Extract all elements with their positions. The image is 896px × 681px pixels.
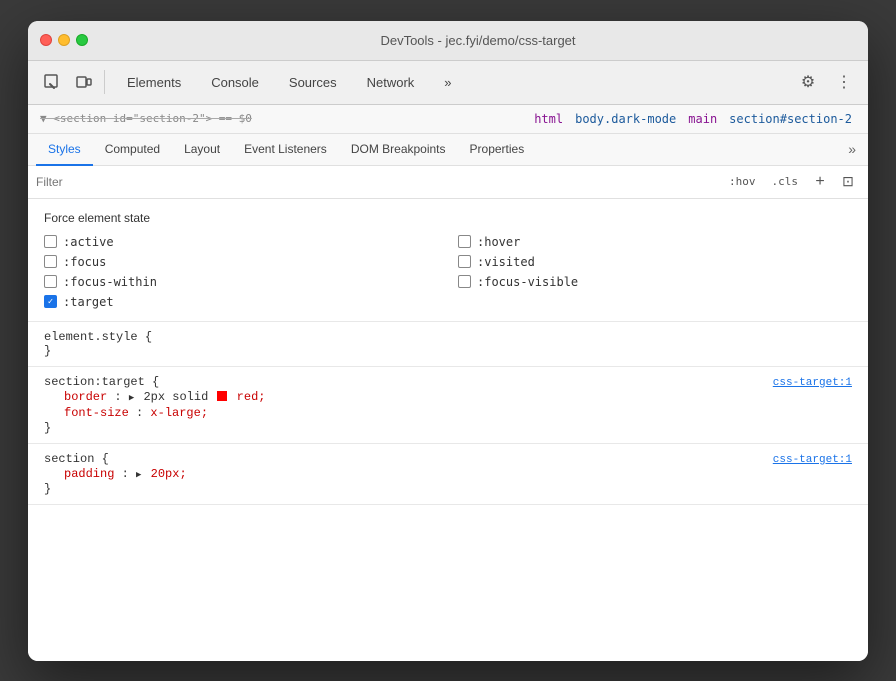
active-label: :active <box>63 235 114 249</box>
breadcrumb-body[interactable]: body.dark-mode <box>571 111 680 127</box>
state-item-visited[interactable]: :visited <box>458 255 852 269</box>
tab-properties[interactable]: Properties <box>458 134 537 166</box>
tab-dom-breakpoints[interactable]: DOM Breakpoints <box>339 134 458 166</box>
more-options-button[interactable]: ⋮ <box>828 66 860 98</box>
selector-text-section: section { <box>44 452 109 466</box>
prop-name-font-size: font-size <box>64 406 129 420</box>
tab-network[interactable]: Network <box>353 69 429 96</box>
settings-button[interactable]: ⚙ <box>792 66 824 98</box>
source-link-section[interactable]: css-target:1 <box>773 454 852 466</box>
source-link-target[interactable]: css-target:1 <box>773 377 852 389</box>
css-close-brace-section: } <box>44 482 852 496</box>
title-bar: DevTools - jec.fyi/demo/css-target <box>28 21 868 61</box>
visited-checkbox[interactable] <box>458 255 471 268</box>
css-prop-font-size: font-size : x-large; <box>44 405 852 421</box>
active-checkbox[interactable] <box>44 235 57 248</box>
tab-console[interactable]: Console <box>197 69 273 96</box>
window-title: DevTools - jec.fyi/demo/css-target <box>100 33 856 48</box>
tab-computed[interactable]: Computed <box>93 134 172 166</box>
css-rule-section-target: section:target { css-target:1 border : ▶… <box>28 367 868 444</box>
tab-layout[interactable]: Layout <box>172 134 232 166</box>
tab-elements[interactable]: Elements <box>113 69 195 96</box>
inspect-element-button[interactable] <box>36 66 68 98</box>
css-close-brace-target: } <box>44 421 852 435</box>
breadcrumb-bar: ▼ <section id="section-2"> == $0 html bo… <box>28 105 868 134</box>
force-state-section: Force element state :active :hover :focu… <box>28 199 868 322</box>
tab-event-listeners[interactable]: Event Listeners <box>232 134 339 166</box>
state-grid: :active :hover :focus :visited :focus-wi… <box>44 235 852 309</box>
prop-border-value: 2px solid <box>143 390 215 404</box>
css-selector-element-style: element.style { <box>44 330 852 344</box>
focus-visible-label: :focus-visible <box>477 275 578 289</box>
focus-within-checkbox[interactable] <box>44 275 57 288</box>
css-close-brace: } <box>44 344 852 358</box>
cls-button[interactable]: .cls <box>766 173 805 190</box>
breadcrumb-html[interactable]: html <box>530 111 567 127</box>
css-rule-element-style: element.style { } <box>28 322 868 367</box>
focus-label: :focus <box>63 255 106 269</box>
toolbar-right: ⚙ ⋮ <box>792 66 860 98</box>
css-prop-border: border : ▶ 2px solid red; <box>44 389 852 405</box>
hover-checkbox[interactable] <box>458 235 471 248</box>
filter-input[interactable] <box>36 175 719 189</box>
devtools-toolbar: Elements Console Sources Network » ⚙ ⋮ <box>28 61 868 105</box>
breadcrumb-main[interactable]: main <box>684 111 721 127</box>
state-item-active[interactable]: :active <box>44 235 438 249</box>
force-state-title: Force element state <box>44 211 852 225</box>
traffic-lights <box>40 34 88 46</box>
prop-value-padding: 20px; <box>151 467 187 481</box>
devtools-window: DevTools - jec.fyi/demo/css-target Eleme… <box>28 21 868 661</box>
device-toolbar-button[interactable] <box>68 66 100 98</box>
color-swatch-red[interactable] <box>217 391 227 401</box>
focus-checkbox[interactable] <box>44 255 57 268</box>
selector-text: element.style { <box>44 330 152 344</box>
maximize-button[interactable] <box>76 34 88 46</box>
prop-colon: : <box>114 390 128 404</box>
state-item-target[interactable]: :target <box>44 295 438 309</box>
state-item-hover[interactable]: :hover <box>458 235 852 249</box>
state-item-focus-within[interactable]: :focus-within <box>44 275 438 289</box>
minimize-button[interactable] <box>58 34 70 46</box>
css-selector-section-target: section:target { css-target:1 <box>44 375 852 389</box>
tab-sources[interactable]: Sources <box>275 69 351 96</box>
prop-value-font-size: x-large; <box>150 406 208 420</box>
sub-tabs: Styles Computed Layout Event Listeners D… <box>28 134 868 166</box>
hover-label: :hover <box>477 235 520 249</box>
expand-triangle[interactable]: ▶ <box>129 393 134 403</box>
add-style-button[interactable]: + <box>808 170 832 194</box>
focus-visible-checkbox[interactable] <box>458 275 471 288</box>
tab-more[interactable]: » <box>430 69 465 96</box>
sub-tabs-more[interactable]: » <box>844 137 860 161</box>
css-selector-section: section { css-target:1 <box>44 452 852 466</box>
close-button[interactable] <box>40 34 52 46</box>
tab-styles[interactable]: Styles <box>36 134 93 166</box>
prop-colon2: : <box>136 406 150 420</box>
css-prop-padding: padding : ▶ 20px; <box>44 466 852 482</box>
css-rule-section: section { css-target:1 padding : ▶ 20px;… <box>28 444 868 505</box>
content-area[interactable]: Force element state :active :hover :focu… <box>28 199 868 661</box>
hov-button[interactable]: :hov <box>723 173 762 190</box>
prop-color-red: red; <box>237 390 266 404</box>
toolbar-divider <box>104 70 105 94</box>
prop-name-padding: padding <box>64 467 114 481</box>
prop-name-border: border <box>64 390 107 404</box>
visited-label: :visited <box>477 255 535 269</box>
target-checkbox[interactable] <box>44 295 57 308</box>
filter-bar: :hov .cls + ⊡ <box>28 166 868 199</box>
toolbar-tabs: Elements Console Sources Network » <box>113 69 792 96</box>
target-label: :target <box>63 295 114 309</box>
expand-triangle-padding[interactable]: ▶ <box>136 470 141 480</box>
css-rules: element.style { } section:target { css-t… <box>28 322 868 505</box>
state-item-focus[interactable]: :focus <box>44 255 438 269</box>
breadcrumb-section[interactable]: section#section-2 <box>725 111 856 127</box>
selector-text: section:target { <box>44 375 159 389</box>
state-item-focus-visible[interactable]: :focus-visible <box>458 275 852 289</box>
dom-preview: ▼ <section id="section-2"> == $0 <box>40 112 252 125</box>
prop-colon3: : <box>122 467 136 481</box>
focus-within-label: :focus-within <box>63 275 157 289</box>
layout-icon-button[interactable]: ⊡ <box>836 170 860 194</box>
